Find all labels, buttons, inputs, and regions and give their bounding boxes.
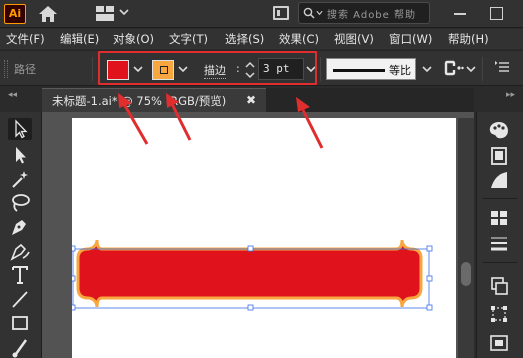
artboard[interactable] bbox=[69, 118, 456, 358]
home-icon[interactable] bbox=[38, 5, 58, 23]
document-info-icon[interactable] bbox=[487, 146, 511, 166]
paintbrush-icon bbox=[12, 339, 28, 358]
direct-selection-tool[interactable] bbox=[8, 144, 32, 166]
type-icon bbox=[12, 266, 28, 284]
line-segment-tool[interactable] bbox=[8, 288, 32, 310]
gradient-icon[interactable] bbox=[487, 170, 511, 190]
divider bbox=[482, 57, 483, 81]
workspace-switcher-icon[interactable] bbox=[96, 6, 114, 21]
menu-object[interactable]: 对象(O) bbox=[113, 31, 154, 47]
transform-icon[interactable] bbox=[487, 304, 511, 324]
selection-arrow-icon bbox=[15, 119, 28, 139]
panel-grip[interactable] bbox=[4, 60, 8, 78]
stroke-panel-link[interactable]: 描边 bbox=[204, 62, 226, 79]
direct-selection-arrow-icon bbox=[16, 147, 26, 164]
menu-type[interactable]: 文字(T) bbox=[169, 31, 208, 47]
artboards-icon[interactable] bbox=[487, 276, 511, 296]
divider bbox=[320, 57, 321, 81]
divider bbox=[92, 57, 93, 81]
pen-icon bbox=[12, 220, 26, 235]
menu-help[interactable]: 帮助(H) bbox=[448, 31, 489, 47]
swatches-grid-icon[interactable] bbox=[487, 208, 511, 228]
panel-dock bbox=[476, 112, 523, 358]
profile-preview-line bbox=[333, 69, 385, 72]
artwork-layer bbox=[69, 239, 433, 311]
fill-dropdown-chevron-icon[interactable] bbox=[133, 64, 143, 74]
panel-menu-icon[interactable] bbox=[495, 60, 509, 74]
stroke-weight-field[interactable]: 3 pt bbox=[258, 58, 304, 80]
vertical-scrollbar[interactable] bbox=[458, 118, 474, 358]
document-tab[interactable]: 未标题-1.ai* @ 75% (RGB/预览) ✖ bbox=[42, 88, 266, 112]
variable-width-profile-select[interactable]: 等比 bbox=[326, 58, 416, 80]
stroke-dropdown-chevron-icon[interactable] bbox=[178, 64, 188, 74]
handle-top-center[interactable] bbox=[247, 245, 254, 252]
handle-middle-right[interactable] bbox=[426, 275, 433, 282]
close-tab-button[interactable]: ✖ bbox=[246, 93, 256, 107]
divider bbox=[483, 198, 517, 199]
color-palette-icon[interactable] bbox=[487, 120, 511, 140]
lasso-tool[interactable] bbox=[8, 192, 32, 214]
scrollbar-thumb[interactable] bbox=[461, 262, 471, 286]
align-icon[interactable] bbox=[487, 332, 511, 352]
handle-top-right[interactable] bbox=[426, 245, 433, 252]
stroke-weight-stepper[interactable] bbox=[244, 58, 256, 82]
app-title-bar: Ai 搜索 Adobe 帮助 bbox=[0, 0, 523, 28]
tools-panel bbox=[0, 112, 42, 358]
type-tool[interactable] bbox=[8, 264, 32, 286]
arrange-documents-icon[interactable] bbox=[273, 6, 289, 20]
profile-label: 等比 bbox=[389, 64, 411, 77]
rectangle-icon bbox=[12, 316, 28, 330]
curvature-pen-icon bbox=[10, 243, 30, 261]
stroke-panel-icon[interactable] bbox=[487, 234, 511, 254]
magic-wand-icon bbox=[12, 171, 28, 188]
handle-bottom-right[interactable] bbox=[426, 304, 433, 311]
selection-tool[interactable] bbox=[8, 118, 32, 140]
menu-window[interactable]: 窗口(W) bbox=[389, 31, 432, 47]
menu-edit[interactable]: 编辑(E) bbox=[60, 31, 99, 47]
pen-tool[interactable] bbox=[8, 216, 32, 238]
stroke-label-colon: : bbox=[236, 62, 240, 75]
document-tab-title: 未标题-1.ai* @ 75% (RGB/预览) bbox=[52, 94, 227, 108]
magic-wand-tool[interactable] bbox=[8, 168, 32, 190]
lasso-icon bbox=[12, 194, 30, 212]
profile-chevron-icon[interactable] bbox=[422, 64, 432, 74]
search-placeholder: 搜索 Adobe 帮助 bbox=[327, 10, 416, 21]
document-tab-strip: 未标题-1.ai* @ 75% (RGB/预览) ✖ bbox=[42, 88, 474, 112]
search-help-input[interactable]: 搜索 Adobe 帮助 bbox=[298, 2, 430, 24]
selection-type-label: 路径 bbox=[14, 63, 36, 76]
chevron-down-icon[interactable] bbox=[119, 7, 129, 17]
menu-file[interactable]: 文件(F) bbox=[6, 31, 45, 47]
stroke-weight-chevron-icon[interactable] bbox=[306, 64, 316, 74]
handle-middle-left[interactable] bbox=[69, 275, 76, 282]
collapse-toolbar-button[interactable]: ◂◂ bbox=[8, 90, 17, 100]
fill-color-swatch[interactable] bbox=[107, 60, 129, 80]
menu-effect[interactable]: 效果(C) bbox=[279, 31, 319, 47]
divider bbox=[483, 262, 517, 263]
collapse-panels-button[interactable]: ▸▸ bbox=[506, 90, 515, 100]
stroke-color-swatch[interactable] bbox=[152, 60, 174, 80]
illustrator-logo: Ai bbox=[4, 4, 26, 24]
handle-bottom-center[interactable] bbox=[247, 304, 254, 311]
curvature-tool[interactable] bbox=[8, 240, 32, 262]
menu-view[interactable]: 视图(V) bbox=[334, 31, 374, 47]
brush-chevron-icon[interactable] bbox=[466, 64, 476, 74]
minimize-window-button[interactable] bbox=[454, 13, 466, 15]
brush-definition-icon[interactable] bbox=[444, 58, 464, 78]
handle-bottom-left[interactable] bbox=[69, 304, 76, 311]
rectangle-tool[interactable] bbox=[8, 312, 32, 334]
menu-select[interactable]: 选择(S) bbox=[225, 31, 264, 47]
handle-top-left[interactable] bbox=[69, 245, 76, 252]
search-icon bbox=[303, 7, 315, 19]
maximize-window-button[interactable] bbox=[490, 7, 503, 20]
paintbrush-tool[interactable] bbox=[8, 336, 32, 358]
search-options-chevron-icon[interactable] bbox=[316, 10, 323, 16]
line-segment-icon bbox=[12, 291, 28, 308]
menu-bar: 文件(F) 编辑(E) 对象(O) 文字(T) 选择(S) 效果(C) 视图(V… bbox=[0, 29, 523, 49]
